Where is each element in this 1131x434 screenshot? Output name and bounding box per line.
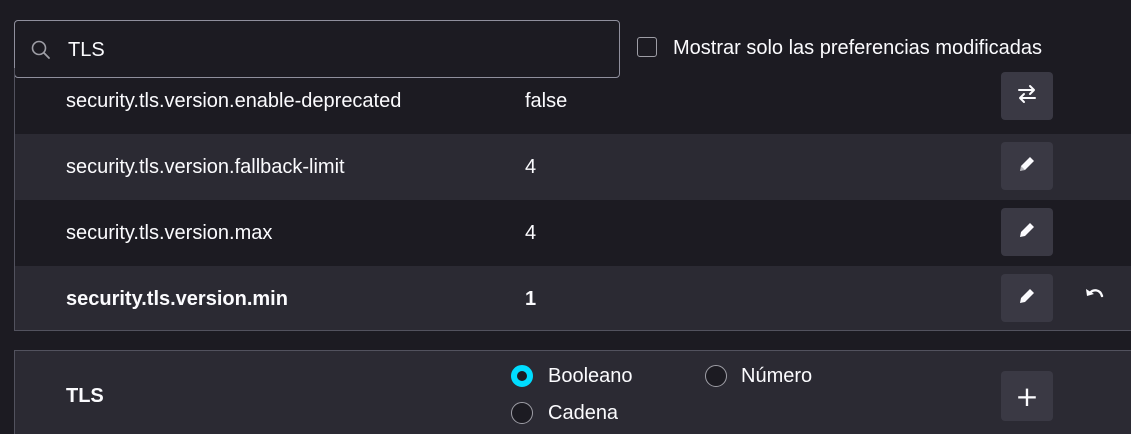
new-pref-name: TLS [66, 385, 104, 407]
pref-name: security.tls.version.fallback-limit [66, 156, 345, 178]
toggle-icon [1015, 82, 1039, 111]
search-icon [29, 38, 53, 62]
preferences-table: security.tls.version.enable-deprecated f… [14, 68, 1131, 331]
edit-icon [1016, 285, 1038, 312]
reset-button[interactable] [1081, 284, 1109, 312]
pref-value: 4 [525, 156, 537, 178]
pref-row: security.tls.version.min 1 [15, 266, 1131, 330]
edit-icon [1016, 153, 1038, 180]
radio-number[interactable] [705, 365, 727, 387]
reset-icon [1083, 284, 1107, 313]
pref-row: security.tls.version.enable-deprecated f… [15, 68, 1131, 134]
radio-string[interactable] [511, 402, 533, 424]
pref-name: security.tls.version.min [66, 288, 288, 310]
edit-button[interactable] [1001, 142, 1053, 190]
pref-value: false [525, 90, 568, 112]
radio-boolean[interactable] [511, 365, 533, 387]
pref-name: security.tls.version.max [66, 222, 273, 244]
pref-row: security.tls.version.fallback-limit 4 [15, 134, 1131, 200]
radio-string-label[interactable]: Cadena [548, 401, 618, 425]
pref-value: 4 [525, 222, 537, 244]
edit-button[interactable] [1001, 208, 1053, 256]
pref-row: security.tls.version.max 4 [15, 200, 1131, 266]
pref-value: 1 [525, 288, 537, 310]
pref-name: security.tls.version.enable-deprecated [66, 90, 402, 112]
radio-number-label[interactable]: Número [741, 364, 812, 388]
add-button[interactable]: + [1001, 371, 1053, 421]
radio-boolean-label[interactable]: Booleano [548, 364, 633, 388]
add-preference-row: TLS Booleano Número Cadena + [14, 350, 1131, 434]
plus-icon: + [1015, 379, 1039, 413]
show-modified-label[interactable]: Mostrar solo las preferencias modificada… [673, 36, 1042, 60]
edit-button[interactable] [1001, 274, 1053, 322]
show-modified-checkbox[interactable] [637, 37, 657, 57]
toggle-button[interactable] [1001, 72, 1053, 120]
edit-icon [1016, 219, 1038, 246]
search-value[interactable]: TLS [68, 38, 105, 62]
